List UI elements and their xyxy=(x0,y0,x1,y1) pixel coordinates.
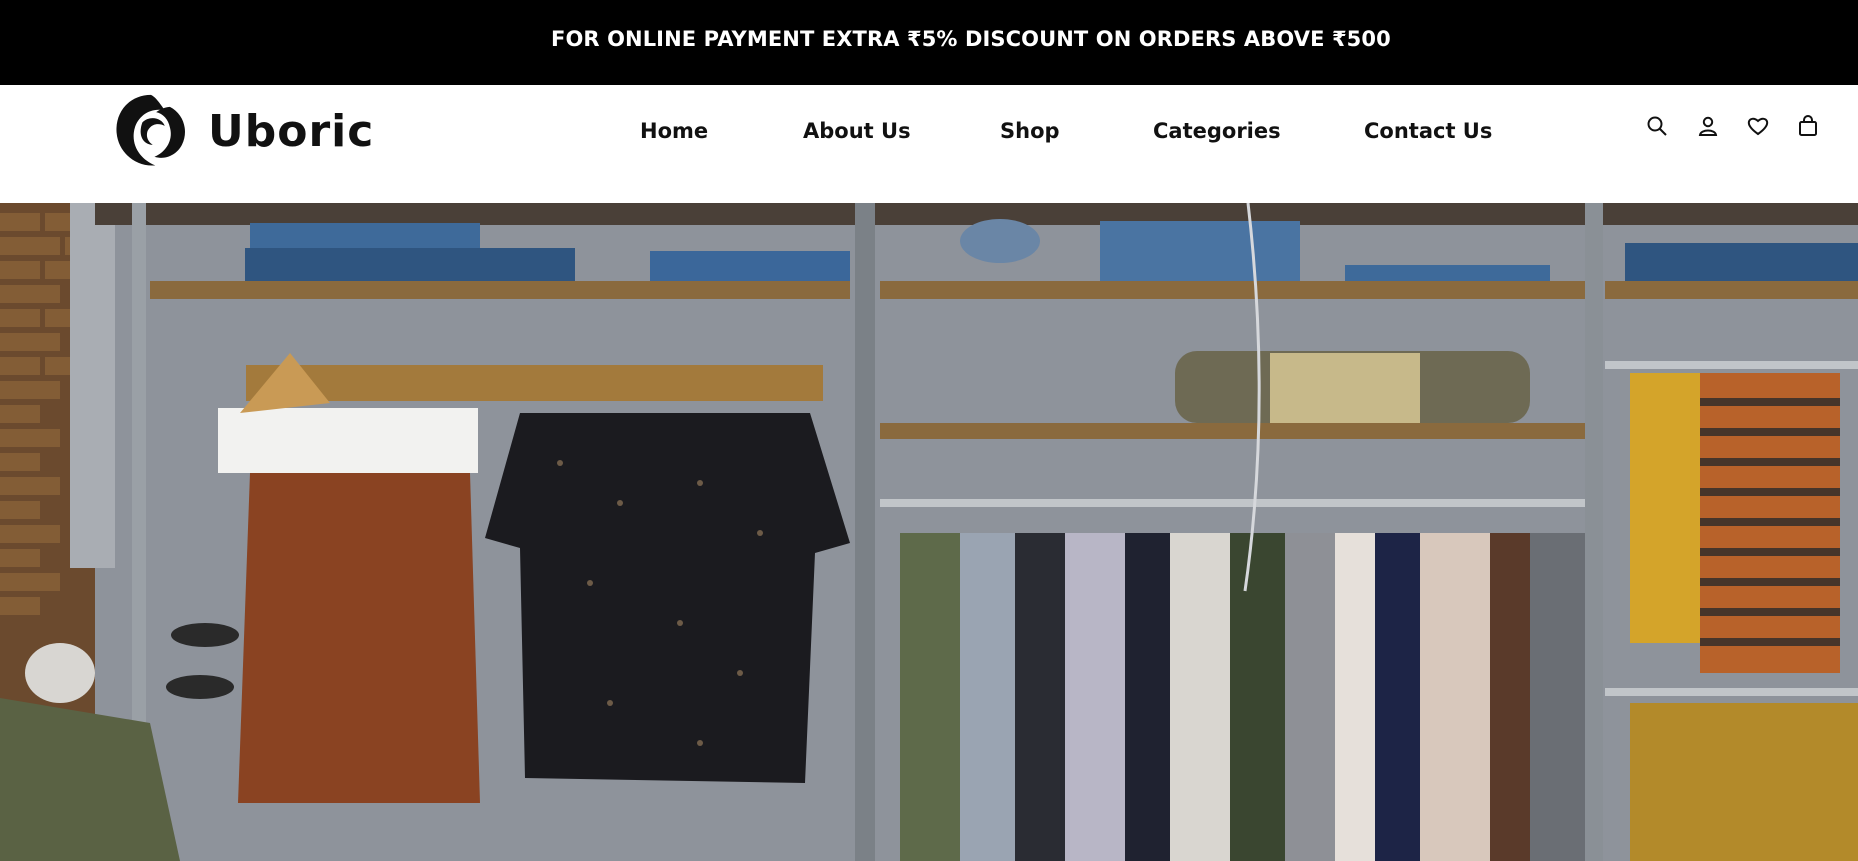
nav-about-us[interactable]: About Us xyxy=(803,119,911,143)
cart-button[interactable] xyxy=(1796,114,1824,142)
shopping-bag-icon xyxy=(1799,115,1817,136)
nav-home[interactable]: Home xyxy=(640,119,708,143)
heart-icon xyxy=(1747,117,1769,136)
nav-contact-us[interactable]: Contact Us xyxy=(1364,119,1492,143)
nav-shop[interactable]: Shop xyxy=(1000,119,1060,143)
nav-categories[interactable]: Categories xyxy=(1153,119,1281,143)
clothing-rack-illustration xyxy=(0,203,1858,861)
promo-bar: FOR ONLINE PAYMENT EXTRA ₹5% DISCOUNT ON… xyxy=(0,0,1858,85)
logo-mark-icon xyxy=(116,94,185,166)
account-button[interactable] xyxy=(1696,114,1724,142)
promo-text: FOR ONLINE PAYMENT EXTRA ₹5% DISCOUNT ON… xyxy=(551,27,1391,51)
brand-name: Uboric xyxy=(208,105,375,157)
search-icon xyxy=(1647,116,1667,136)
brand-logo[interactable]: Uboric xyxy=(106,86,374,176)
hero-banner-image xyxy=(0,203,1858,861)
search-button[interactable] xyxy=(1645,114,1673,142)
wishlist-button[interactable] xyxy=(1746,114,1774,142)
user-icon xyxy=(1698,116,1718,136)
